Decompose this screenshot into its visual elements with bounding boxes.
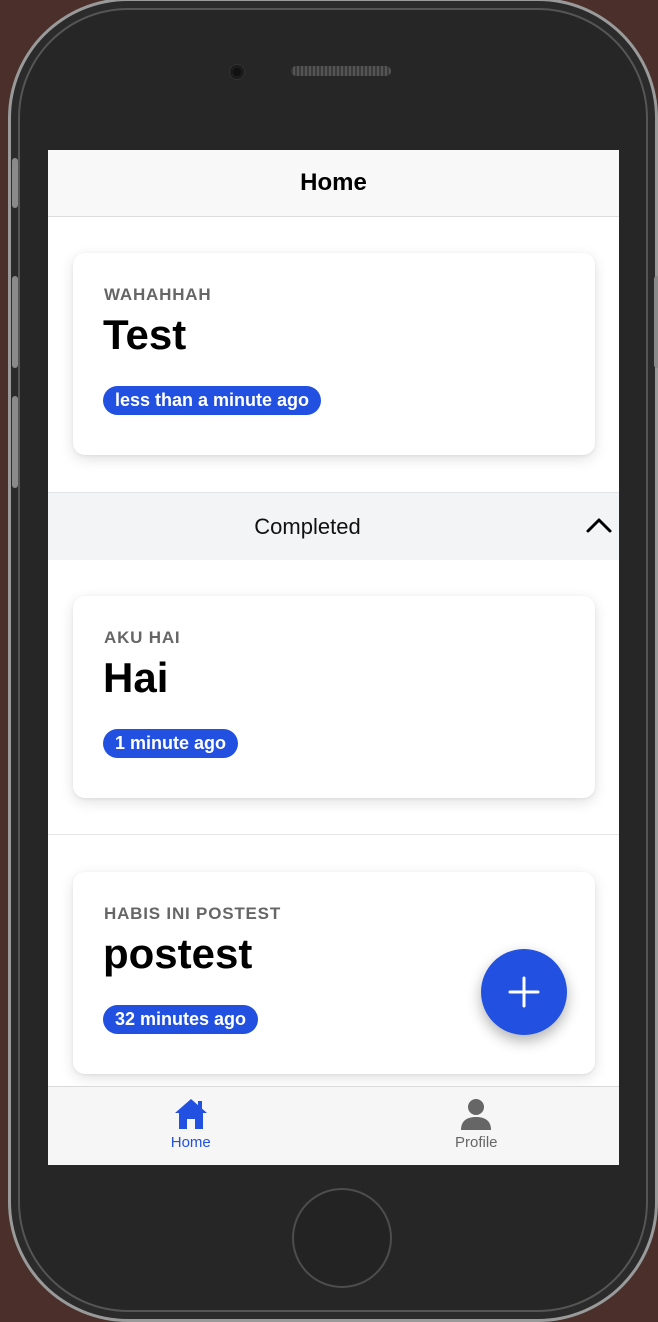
power-button xyxy=(654,276,658,368)
bottom-tab-bar: Home Profile xyxy=(48,1086,619,1165)
top-app-bar: Home xyxy=(48,150,619,217)
task-card[interactable]: WAHAHHAH Test less than a minute ago xyxy=(73,253,595,455)
completed-section-label: Completed xyxy=(254,513,361,539)
front-camera xyxy=(230,65,244,79)
task-subtitle: WAHAHHAH xyxy=(104,285,212,304)
person-icon xyxy=(461,1099,492,1130)
page-title: Home xyxy=(300,169,367,196)
volume-down-button xyxy=(12,396,18,488)
time-badge: 1 minute ago xyxy=(103,729,239,758)
completed-section-header[interactable]: Completed xyxy=(48,492,619,560)
tab-home-label: Home xyxy=(170,1134,211,1151)
task-card[interactable]: AKU HAI Hai 1 minute ago xyxy=(73,596,595,798)
task-subtitle: AKU HAI xyxy=(104,628,181,647)
tab-home[interactable]: Home xyxy=(48,1087,334,1165)
chevron-up-icon[interactable] xyxy=(585,515,613,535)
task-title: postest xyxy=(103,930,253,977)
plus-icon xyxy=(508,976,540,1008)
time-badge: less than a minute ago xyxy=(103,386,322,415)
time-badge: 32 minutes ago xyxy=(103,1005,259,1034)
list-divider xyxy=(48,834,619,835)
hardware-home-button[interactable] xyxy=(292,1188,392,1288)
home-icon xyxy=(174,1099,207,1129)
volume-up-button xyxy=(12,276,18,368)
task-title: Test xyxy=(103,311,187,358)
tab-profile[interactable]: Profile xyxy=(334,1087,620,1165)
earpiece-speaker xyxy=(291,66,391,76)
app-screen: Home WAHAHHAH Test less than a minute ag… xyxy=(48,150,619,1165)
add-task-button[interactable] xyxy=(481,949,567,1035)
task-subtitle: HABIS INI POSTEST xyxy=(104,904,282,923)
tab-profile-label: Profile xyxy=(454,1134,498,1151)
mute-switch xyxy=(12,158,18,208)
task-title: Hai xyxy=(103,654,169,701)
